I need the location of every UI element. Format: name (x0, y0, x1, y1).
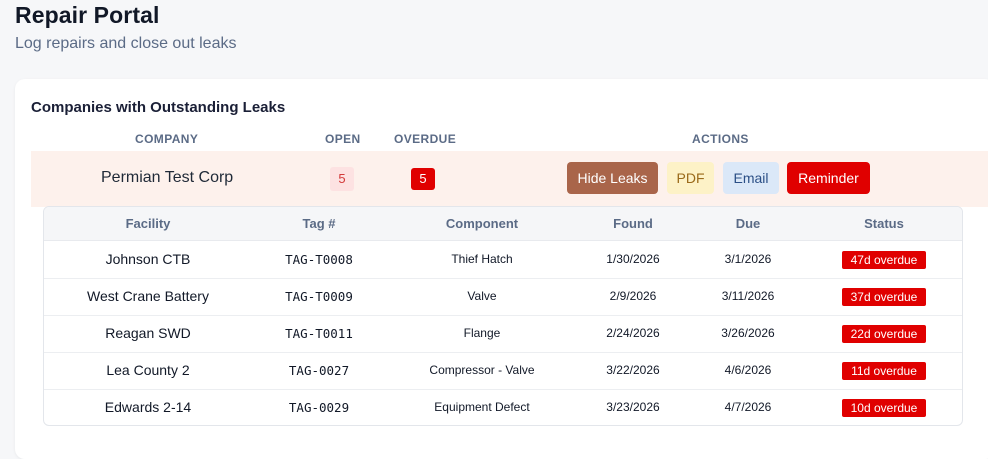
company-row: Permian Test Corp 5 5 Hide Leaks PDF Ema… (31, 151, 988, 207)
page-title: Repair Portal (15, 2, 160, 28)
leak-row[interactable]: Lea County 2 TAG-0027 Compressor - Valve… (44, 352, 962, 390)
status-badge: 22d overdue (842, 325, 926, 343)
outstanding-leaks-card: Companies with Outstanding Leaks COMPANY… (15, 79, 988, 459)
status-badge: 11d overdue (842, 362, 926, 380)
leaks-header-due: Due (735, 216, 761, 231)
company-name: Permian Test Corp (101, 169, 234, 186)
leak-due-date: 4/6/2026 (724, 363, 772, 377)
open-count-badge: 5 (330, 167, 354, 191)
leak-facility: Reagan SWD (105, 325, 191, 341)
email-button[interactable]: Email (723, 162, 779, 194)
status-badge: 37d overdue (842, 288, 926, 306)
leak-facility: Johnson CTB (105, 251, 191, 267)
overdue-count-badge: 5 (411, 168, 435, 190)
leak-due-date: 3/11/2026 (721, 289, 775, 303)
leaks-table-header: Facility Tag # Component Found Due Statu… (44, 207, 962, 241)
column-header-open: OPEN (325, 132, 361, 146)
leak-row[interactable]: Reagan SWD TAG-T0011 Flange 2/24/2026 3/… (44, 315, 962, 353)
leaks-header-component: Component (445, 216, 519, 231)
leak-row[interactable]: Johnson CTB TAG-T0008 Thief Hatch 1/30/2… (44, 241, 962, 279)
column-header-actions: ACTIONS (692, 132, 749, 146)
leaks-header-status: Status (864, 216, 904, 231)
leak-due-date: 3/1/2026 (724, 252, 772, 266)
leak-facility: Lea County 2 (106, 362, 190, 378)
leak-tag: TAG-T0008 (285, 252, 353, 267)
hide-leaks-button[interactable]: Hide Leaks (567, 162, 658, 194)
leak-facility: West Crane Battery (87, 288, 209, 304)
column-header-overdue: OVERDUE (394, 132, 457, 146)
reminder-button[interactable]: Reminder (787, 162, 870, 194)
card-title: Companies with Outstanding Leaks (31, 99, 286, 116)
column-header-company: COMPANY (135, 132, 199, 146)
leaks-header-tag: Tag # (302, 216, 336, 231)
leaks-header-facility: Facility (125, 216, 171, 231)
leak-tag: TAG-0027 (288, 363, 350, 378)
leak-row[interactable]: Edwards 2-14 TAG-0029 Equipment Defect 3… (44, 389, 962, 425)
pdf-button[interactable]: PDF (667, 162, 714, 194)
leak-tag: TAG-T0009 (285, 289, 353, 304)
leak-tag: TAG-0029 (288, 400, 350, 415)
leak-tag: TAG-T0011 (285, 326, 353, 341)
leak-facility: Edwards 2-14 (104, 399, 192, 415)
leak-due-date: 4/7/2026 (724, 400, 772, 414)
leaks-table: Facility Tag # Component Found Due Statu… (43, 206, 963, 426)
status-badge: 47d overdue (842, 251, 926, 269)
page-subtitle: Log repairs and close out leaks (15, 35, 237, 52)
status-badge: 10d overdue (842, 399, 926, 417)
leak-due-date: 3/26/2026 (721, 326, 775, 340)
leak-row[interactable]: West Crane Battery TAG-T0009 Valve 2/9/2… (44, 278, 962, 316)
